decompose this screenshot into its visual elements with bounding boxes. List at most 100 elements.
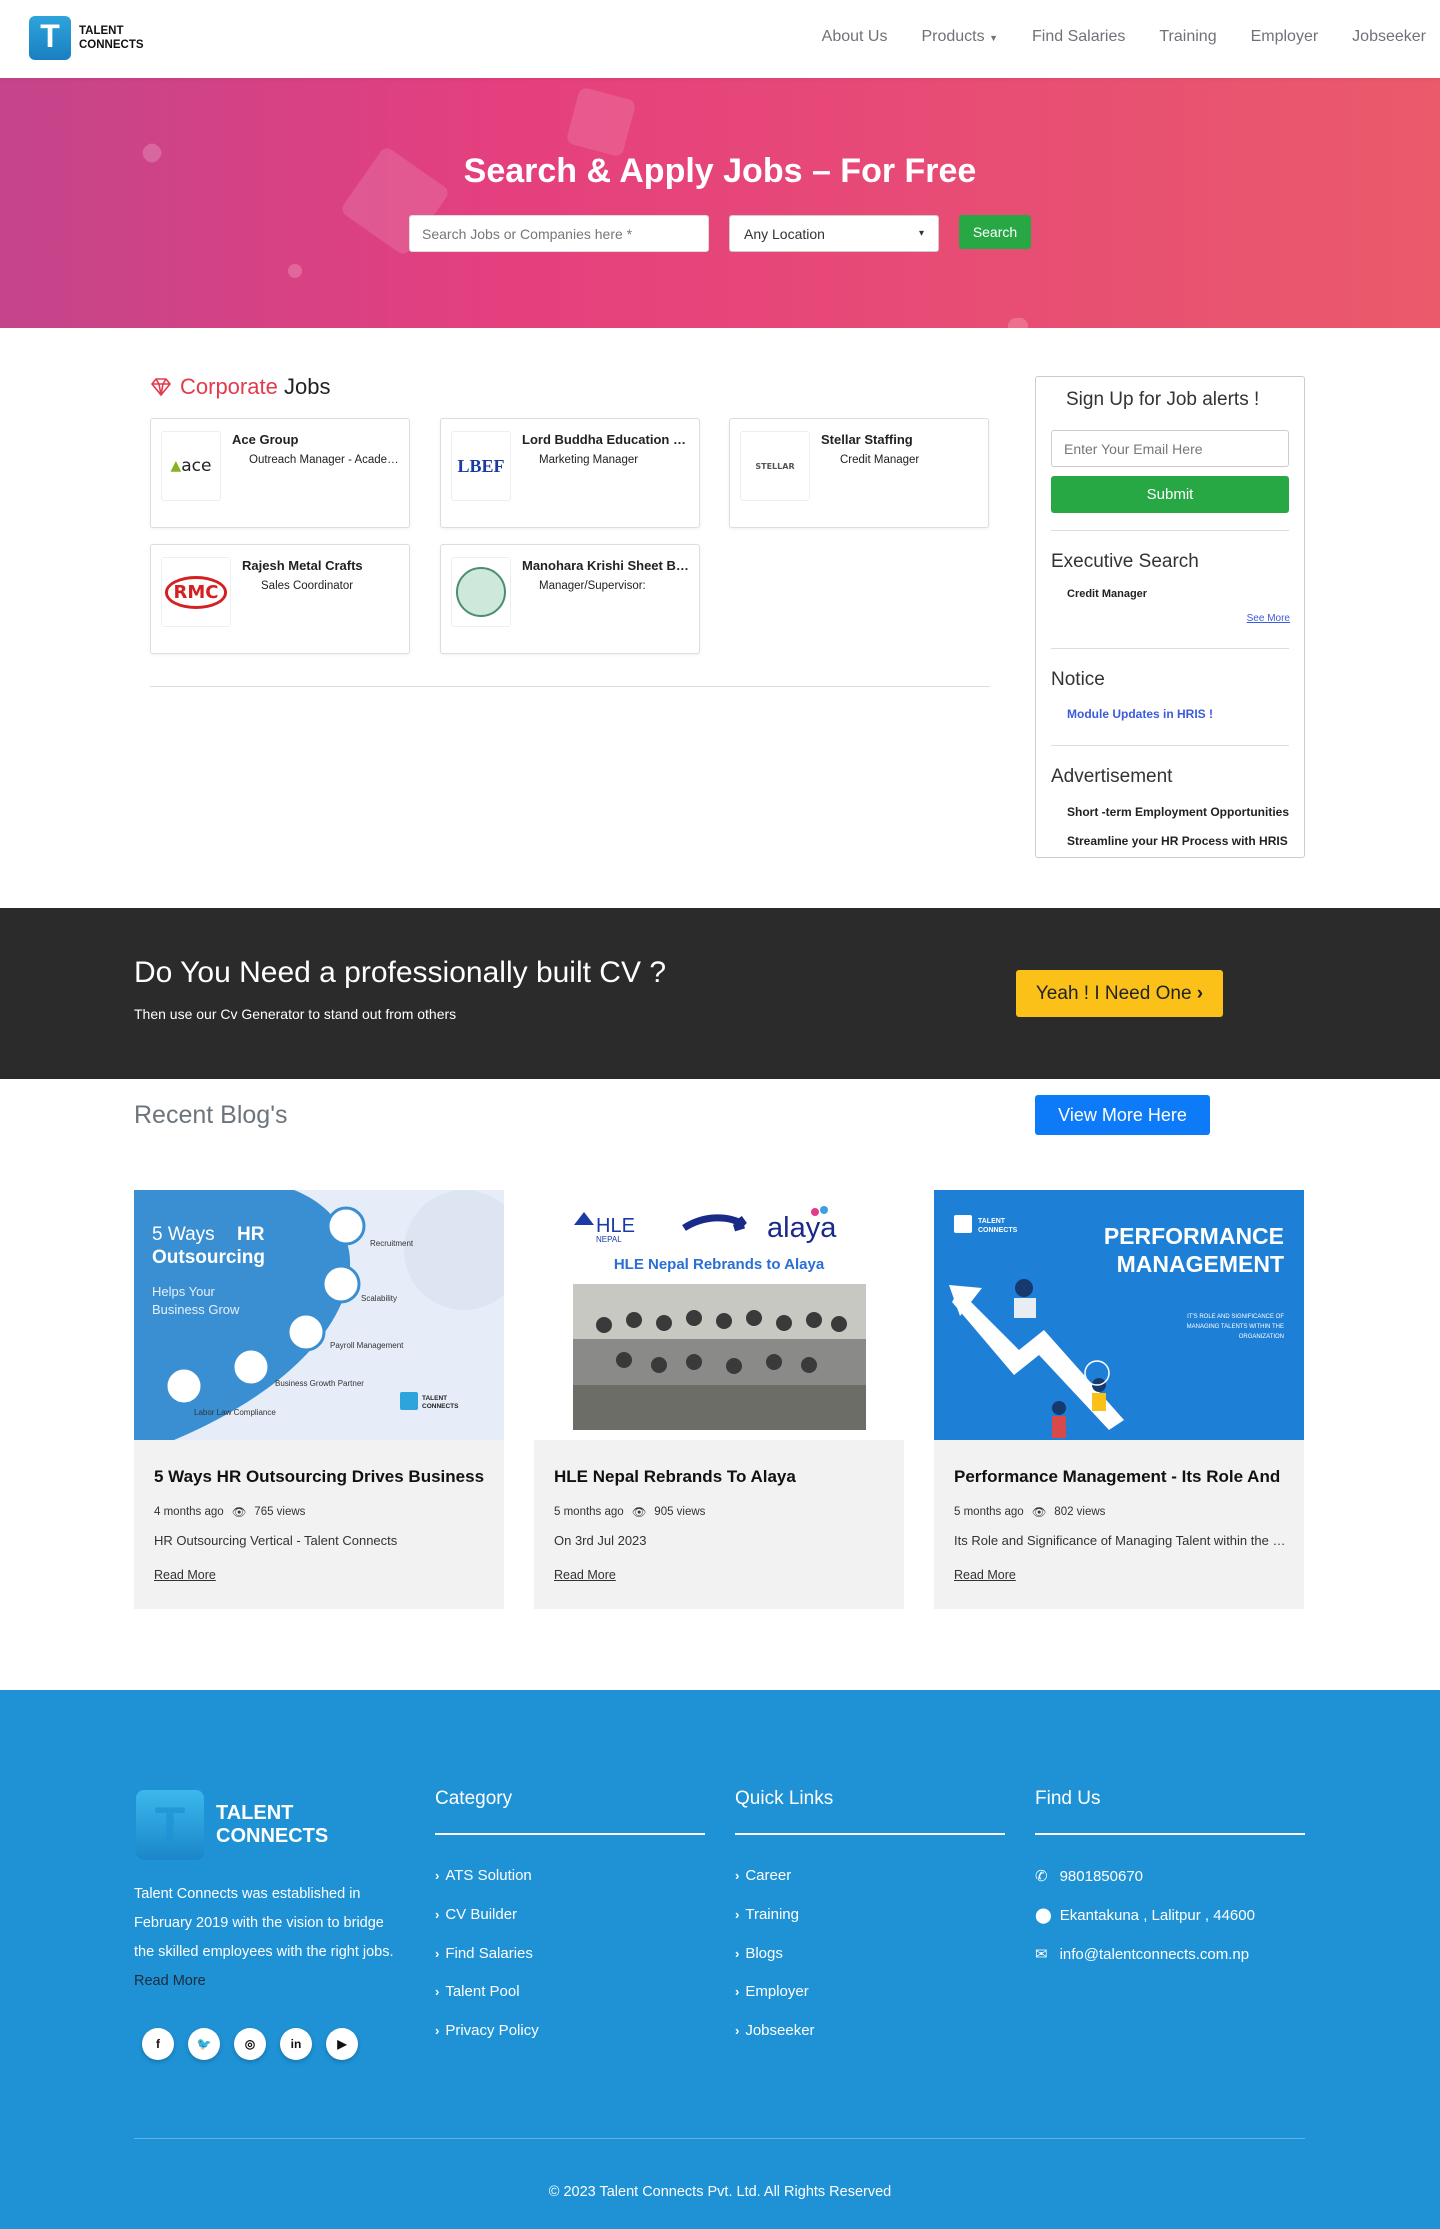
chevron-right-icon: › bbox=[735, 1907, 740, 1922]
footer-link-cv-builder[interactable]: › CV Builder bbox=[435, 1906, 517, 1923]
main-nav: About Us Products ▼ Find Salaries Traini… bbox=[822, 28, 1426, 46]
decor-shape bbox=[1008, 318, 1028, 328]
link-label: Blogs bbox=[745, 1945, 783, 1962]
sidebar-divider bbox=[1051, 745, 1289, 746]
nav-find-salaries[interactable]: Find Salaries bbox=[1032, 28, 1125, 46]
location-select[interactable]: Any Location ▾ bbox=[729, 215, 939, 252]
caret-down-icon: ▼ bbox=[989, 33, 998, 43]
nav-training[interactable]: Training bbox=[1159, 28, 1216, 46]
blog-time: 5 months ago bbox=[954, 1506, 1024, 1518]
footer-link-jobseeker[interactable]: › Jobseeker bbox=[735, 2022, 815, 2039]
footer-link-privacy[interactable]: › Privacy Policy bbox=[435, 2022, 539, 2039]
blog-meta: 4 months ago 👁 765 views bbox=[154, 1505, 305, 1519]
company-name[interactable]: Ace Group bbox=[232, 432, 402, 447]
search-input[interactable]: Search Jobs or Companies here * bbox=[409, 215, 709, 252]
ad-item[interactable]: Short -term Employment Opportunities bbox=[1067, 805, 1292, 819]
sidebar-divider bbox=[1051, 648, 1289, 649]
img3-title2: MANAGEMENT bbox=[1117, 1251, 1284, 1277]
footer-email[interactable]: ✉ info@talentconnects.com.np bbox=[1035, 1945, 1249, 1964]
footer-link-career[interactable]: › Career bbox=[735, 1867, 791, 1884]
signup-title: Sign Up for Job alerts ! bbox=[1066, 389, 1260, 410]
company-name[interactable]: Stellar Staffing bbox=[821, 432, 991, 447]
footer-link-training[interactable]: › Training bbox=[735, 1906, 799, 1923]
company-name[interactable]: Lord Buddha Education Foundation bbox=[522, 432, 692, 447]
footer-link-employer[interactable]: › Employer bbox=[735, 1983, 809, 2000]
blog-image-hle-alaya[interactable]: HLE NEPAL alaya HLE Nepal Rebrands to Al… bbox=[534, 1190, 904, 1440]
nav-products[interactable]: Products ▼ bbox=[921, 28, 998, 46]
search-button[interactable]: Search bbox=[959, 215, 1031, 249]
instagram-icon[interactable]: ◎ bbox=[234, 2028, 266, 2060]
blog-title[interactable]: 5 Ways HR Outsourcing Drives Business bbox=[154, 1467, 489, 1487]
logo-text-1: TALENT bbox=[79, 25, 124, 37]
link-label: Jobseeker bbox=[745, 2022, 815, 2039]
blog-title[interactable]: Performance Management - Its Role And bbox=[954, 1467, 1289, 1487]
blog-image-hr-outsourcing[interactable]: 5 Ways HR Outsourcing Helps Your Busines… bbox=[134, 1190, 504, 1440]
job-card[interactable]: STELLAR Stellar Staffing Credit Manager bbox=[729, 418, 989, 528]
footer-phone[interactable]: ✆ 9801850670 bbox=[1035, 1867, 1144, 1886]
email-field[interactable]: Enter Your Email Here bbox=[1051, 430, 1289, 467]
hero-title: Search & Apply Jobs – For Free bbox=[463, 152, 977, 190]
job-position[interactable]: Credit Manager bbox=[840, 454, 990, 466]
job-position[interactable]: Manager/Supervisor: bbox=[539, 580, 689, 592]
job-position[interactable]: Sales Coordinator bbox=[261, 580, 411, 592]
img2-caption: HLE Nepal Rebrands to Alaya bbox=[614, 1256, 825, 1273]
phone-text: 9801850670 bbox=[1059, 1867, 1144, 1885]
read-more-link[interactable]: Read More bbox=[154, 1568, 216, 1582]
view-more-button[interactable]: View More Here bbox=[1035, 1095, 1210, 1135]
footer-read-more[interactable]: Read More bbox=[134, 1973, 206, 1989]
blog-image-performance[interactable]: TALENT CONNECTS PERFORMANCE MANAGEMENT I… bbox=[934, 1190, 1304, 1440]
blog-card[interactable]: 5 Ways HR Outsourcing Helps Your Busines… bbox=[134, 1190, 504, 1609]
chevron-right-icon: › bbox=[735, 2023, 740, 2038]
submit-button[interactable]: Submit bbox=[1051, 476, 1289, 513]
footer-link-find-salaries[interactable]: › Find Salaries bbox=[435, 1945, 533, 1962]
blog-section-title: Recent Blog's bbox=[134, 1101, 288, 1129]
footer-link-blogs[interactable]: › Blogs bbox=[735, 1945, 783, 1962]
job-position[interactable]: Marketing Manager bbox=[539, 454, 689, 466]
nav-about[interactable]: About Us bbox=[822, 28, 888, 46]
facebook-icon[interactable]: f bbox=[142, 2028, 174, 2060]
img3-sub3: ORGANIZATION bbox=[1239, 1334, 1284, 1340]
sidebar-divider bbox=[1051, 530, 1289, 531]
logo-label: ace bbox=[181, 456, 212, 476]
blog-card[interactable]: TALENT CONNECTS PERFORMANCE MANAGEMENT I… bbox=[934, 1190, 1304, 1609]
cv-title: Do You Need a professionally built CV ? bbox=[134, 956, 667, 989]
company-name[interactable]: Rajesh Metal Crafts bbox=[242, 558, 412, 573]
footer-logo-icon bbox=[136, 1790, 204, 1860]
read-more-link[interactable]: Read More bbox=[554, 1568, 616, 1582]
executive-item[interactable]: Credit Manager bbox=[1067, 588, 1292, 600]
link-label: Training bbox=[745, 1906, 799, 1923]
need-cv-button[interactable]: Yeah ! I Need One › bbox=[1016, 970, 1223, 1017]
img3-sub1: IT'S ROLE AND SIGNIFICANCE OF bbox=[1187, 1314, 1284, 1320]
blog-description: HR Outsourcing Vertical - Talent Connect… bbox=[154, 1533, 398, 1548]
twitter-icon[interactable]: 🐦 bbox=[188, 2028, 220, 2060]
company-name[interactable]: Manohara Krishi Sheet Bhandar bbox=[522, 558, 692, 573]
section-divider bbox=[150, 686, 990, 687]
img1-brand1: TALENT bbox=[422, 1395, 447, 1402]
site-logo[interactable]: TALENT CONNECTS bbox=[29, 16, 144, 60]
linkedin-icon[interactable]: in bbox=[280, 2028, 312, 2060]
notice-item[interactable]: Module Updates in HRIS ! bbox=[1067, 707, 1292, 721]
job-card[interactable]: Manohara Krishi Sheet Bhandar Manager/Su… bbox=[440, 544, 700, 654]
sidebar-panel: Sign Up for Job alerts ! Enter Your Emai… bbox=[1035, 376, 1305, 858]
blog-card[interactable]: HLE NEPAL alaya HLE Nepal Rebrands to Al… bbox=[534, 1190, 904, 1609]
see-more-link[interactable]: See More bbox=[1247, 613, 1290, 624]
img1-label-3: Business Growth Partner bbox=[275, 1379, 364, 1388]
job-card[interactable]: ▲ace Ace Group Outreach Manager - Academ… bbox=[150, 418, 410, 528]
company-logo-lbef: LBEF bbox=[451, 431, 511, 501]
job-card[interactable]: RMC Rajesh Metal Crafts Sales Coordinato… bbox=[150, 544, 410, 654]
job-card[interactable]: LBEF Lord Buddha Education Foundation Ma… bbox=[440, 418, 700, 528]
img1-line1: 5 Ways bbox=[152, 1224, 215, 1245]
ad-item[interactable]: Streamline your HR Process with HRIS bbox=[1067, 834, 1292, 848]
nav-employer[interactable]: Employer bbox=[1251, 28, 1319, 46]
footer-logo[interactable]: TALENTCONNECTS bbox=[136, 1790, 328, 1860]
read-more-link[interactable]: Read More bbox=[954, 1568, 1016, 1582]
executive-search-title: Executive Search bbox=[1051, 551, 1199, 572]
footer-link-talent-pool[interactable]: › Talent Pool bbox=[435, 1983, 520, 2000]
job-position[interactable]: Outreach Manager - Academic... bbox=[249, 454, 399, 466]
nav-jobseeker[interactable]: Jobseeker bbox=[1352, 28, 1426, 46]
footer-logo-text-1: TALENT bbox=[216, 1802, 294, 1824]
blog-title[interactable]: HLE Nepal Rebrands To Alaya bbox=[554, 1467, 889, 1487]
footer-link-ats[interactable]: › ATS Solution bbox=[435, 1867, 532, 1884]
performance-graphic: TALENT CONNECTS PERFORMANCE MANAGEMENT I… bbox=[949, 1215, 1284, 1438]
youtube-icon[interactable]: ▶ bbox=[326, 2028, 358, 2060]
